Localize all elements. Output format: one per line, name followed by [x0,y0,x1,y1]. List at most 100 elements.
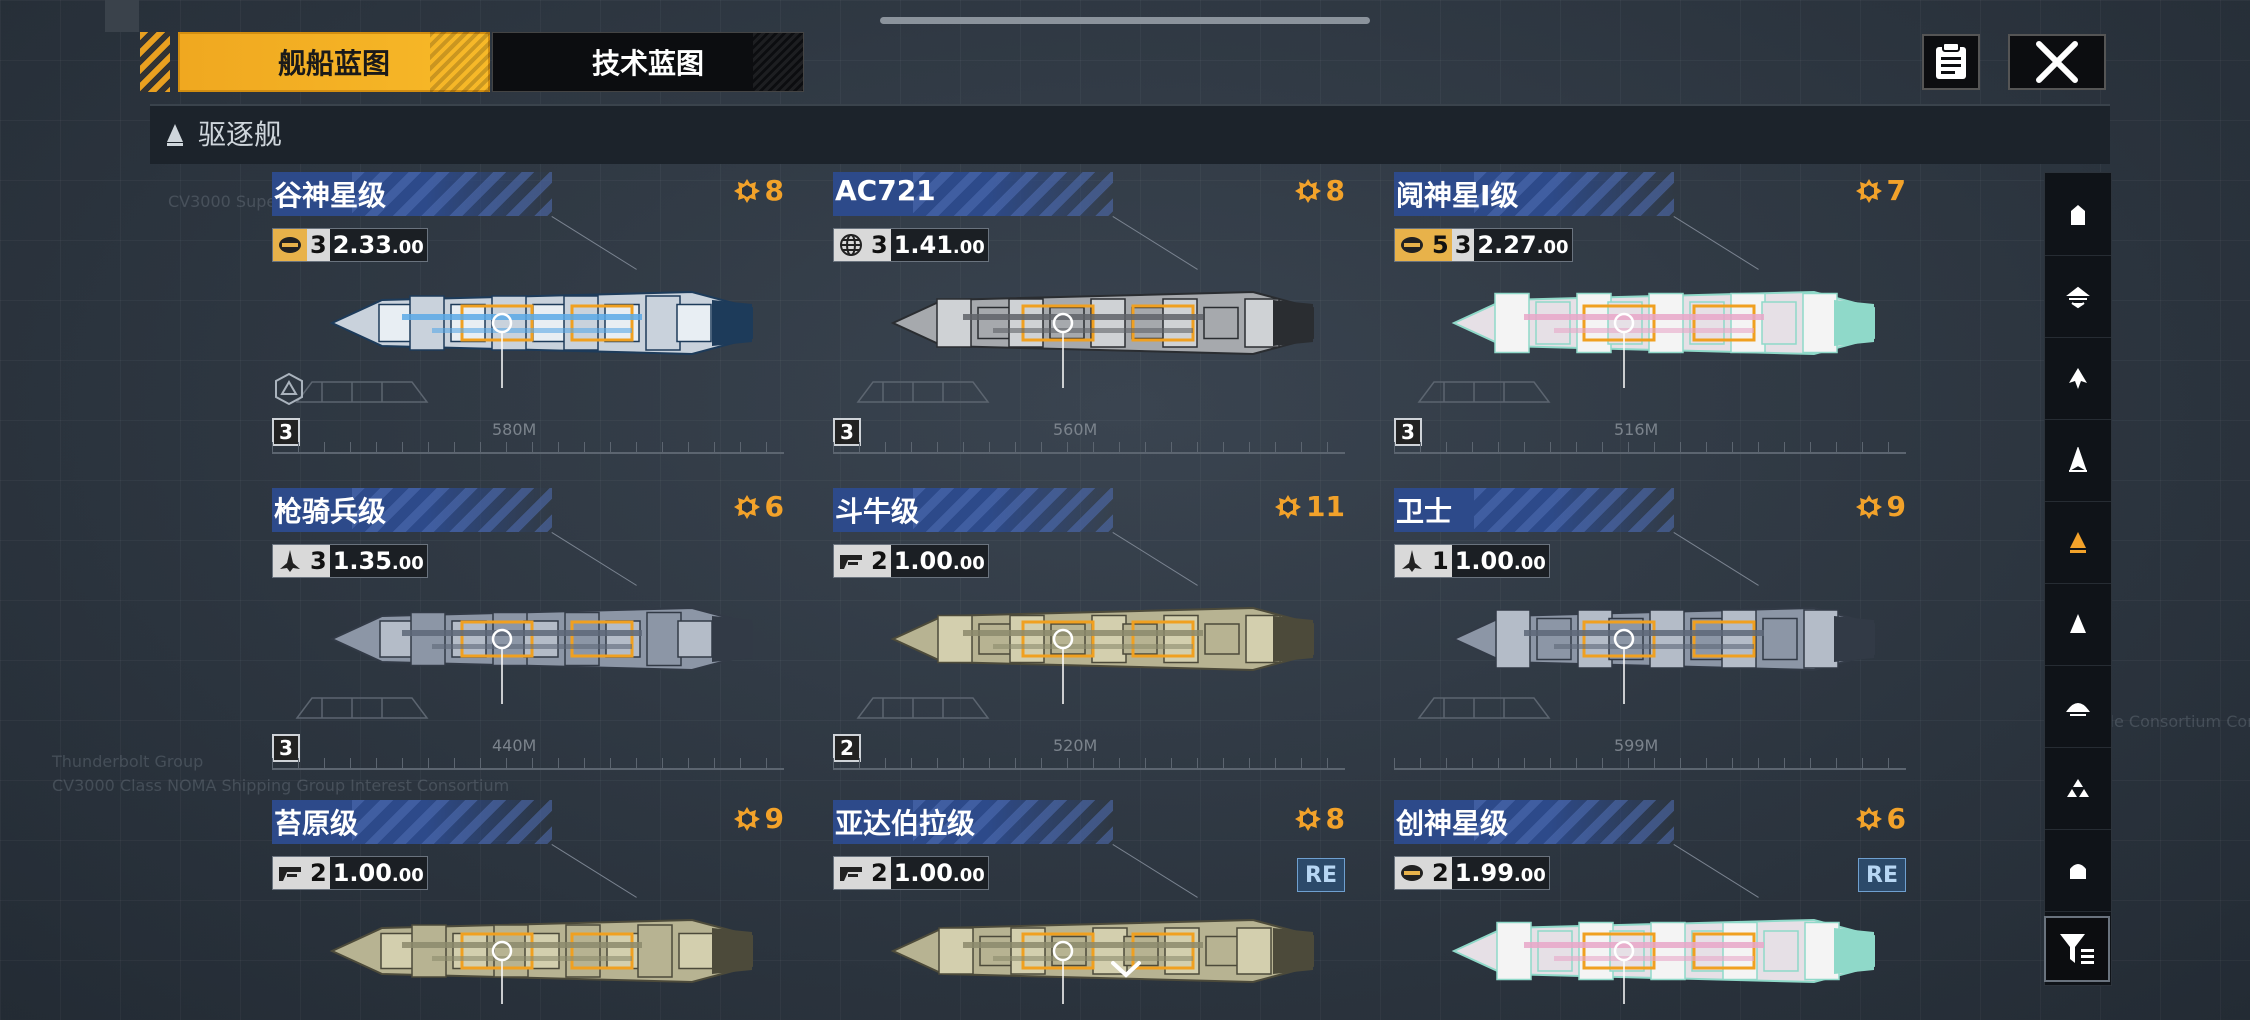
ship-length: 516M [1614,420,1659,439]
ship-length: 560M [1053,420,1098,439]
filter-button[interactable] [2044,916,2110,982]
fighter-icon [1395,545,1429,577]
ship-card[interactable]: 卫士 9 1 1.00.00 599M [1394,488,1906,784]
ship-name: 枪骑兵级 [274,495,387,528]
cost-value: 8 [1325,802,1345,835]
carrier-filter-icon [2067,779,2089,797]
length-ruler [272,442,784,454]
ship-card[interactable]: 苔原级 9 2 1.00.00 [272,800,784,1004]
cruiser-filter-icon [2069,447,2087,472]
length-ruler [272,758,784,770]
close-button[interactable] [2008,34,2106,90]
filter-battleship[interactable] [2045,829,2111,912]
schematic-sketch [1414,372,1554,416]
schematic-sketch [853,1000,993,1004]
tab-ship-blueprints[interactable]: 舰船蓝图 [178,32,490,92]
ship-length: 520M [1053,736,1098,755]
filter-destroyer-alt[interactable] [2045,337,2111,420]
cost-value: 9 [1886,490,1906,523]
ship-render[interactable] [312,876,762,1004]
ship-name: 创神星级 [1396,807,1509,840]
fighter-icon [273,545,307,577]
tab-bar: 舰船蓝图 技术蓝图 [140,32,2108,92]
ship-card[interactable]: 斗牛级 11 2 1.00.00 2 520M [833,488,1345,784]
carrier-shield-icon [273,229,307,261]
destroyer-filter-icon [2070,532,2086,553]
ship-length: 580M [492,420,537,439]
globe-icon [834,229,868,261]
section-title: 驱逐舰 [198,118,283,151]
notes-icon [1936,43,1966,79]
chevron-down-icon[interactable] [1110,960,1142,980]
cost-display: 6 [733,490,784,523]
ship-name: 谷神星级 [274,179,387,212]
close-icon [2036,41,2078,83]
background-decoration: Thunderbolt Group [52,752,204,771]
cost-display: 9 [733,802,784,835]
corner-mark [105,0,139,32]
ship-name: 阋神星I级 [1396,179,1519,212]
ship-card[interactable]: 亚达伯拉级 8 2 1.00.00 RE [833,800,1345,1004]
cannon-icon [273,857,307,889]
filter-corvette[interactable] [2045,255,2111,338]
schematic-sketch [292,372,432,416]
filter-battlecruiser[interactable] [2045,583,2111,666]
cost-value: 6 [764,490,784,523]
ship-render[interactable] [873,876,1323,1004]
ship-name: 卫士 [1396,495,1453,528]
corvette-filter-icon [2066,286,2090,309]
cost-display: 8 [733,174,784,207]
length-ruler [1394,758,1906,770]
ship-card[interactable]: 创神星级 6 2 1.99.00 RE [1394,800,1906,1004]
filter-frigate[interactable] [2045,173,2111,256]
schematic-sketch [1414,1000,1554,1004]
ship-card[interactable]: 阋神星I级 7 5 3 2.27.00 3 516M [1394,172,1906,468]
cost-value: 6 [1886,802,1906,835]
blueprint-cost-icon [733,806,760,831]
length-ruler [1394,442,1906,454]
battleship-filter-icon [2070,864,2086,879]
blueprint-cost-icon [1294,178,1321,203]
ship-length: 440M [492,736,537,755]
tab-tech-blueprints[interactable]: 技术蓝图 [492,32,804,92]
notes-button[interactable] [1922,34,1980,90]
ship-render[interactable] [1434,876,1884,1004]
cost-value: 8 [764,174,784,207]
cost-display: 11 [1274,490,1345,523]
cost-display: 7 [1855,174,1906,207]
schematic-sketch [1414,688,1554,732]
tab-label: 技术蓝图 [591,47,704,80]
ship-card[interactable]: 谷神星级 8 3 2.33.00 3 580M [272,172,784,468]
blueprint-cost-icon [733,178,760,203]
cannon-icon [834,857,868,889]
ship-length: 599M [1614,736,1659,755]
blueprint-cost-icon [1855,494,1882,519]
class-filter-rail [2044,172,2112,986]
blueprint-cost-icon [1855,178,1882,203]
schematic-sketch [853,688,993,732]
destroyer-alt-filter-icon [2069,368,2087,389]
cost-value: 9 [764,802,784,835]
carrier-shield-icon [1395,857,1429,889]
cost-value: 11 [1306,490,1345,523]
length-ruler [833,442,1345,454]
ship-name: 斗牛级 [835,495,920,528]
filter-destroyer[interactable] [2045,501,2111,584]
drag-handle[interactable] [880,17,1370,24]
ship-name: 亚达伯拉级 [835,807,976,840]
section-header: 驱逐舰 [150,104,2110,164]
hex-hint-icon[interactable] [272,372,306,406]
destroyer-class-icon [167,124,183,146]
ship-card[interactable]: 枪骑兵级 6 3 1.35.00 3 440M [272,488,784,784]
cannon-icon [834,545,868,577]
ship-card[interactable]: AC721 8 3 1.41.00 3 560M [833,172,1345,468]
cost-display: 9 [1855,490,1906,523]
cost-value: 7 [1886,174,1906,207]
blueprint-cost-icon [1294,806,1321,831]
ship-name: 苔原级 [274,807,359,840]
filter-auxiliary[interactable] [2045,665,2111,748]
filter-cruiser[interactable] [2045,419,2111,502]
background-decoration: CV3000 Super [168,192,283,211]
ship-name: AC721 [835,174,936,207]
filter-carrier[interactable] [2045,747,2111,830]
